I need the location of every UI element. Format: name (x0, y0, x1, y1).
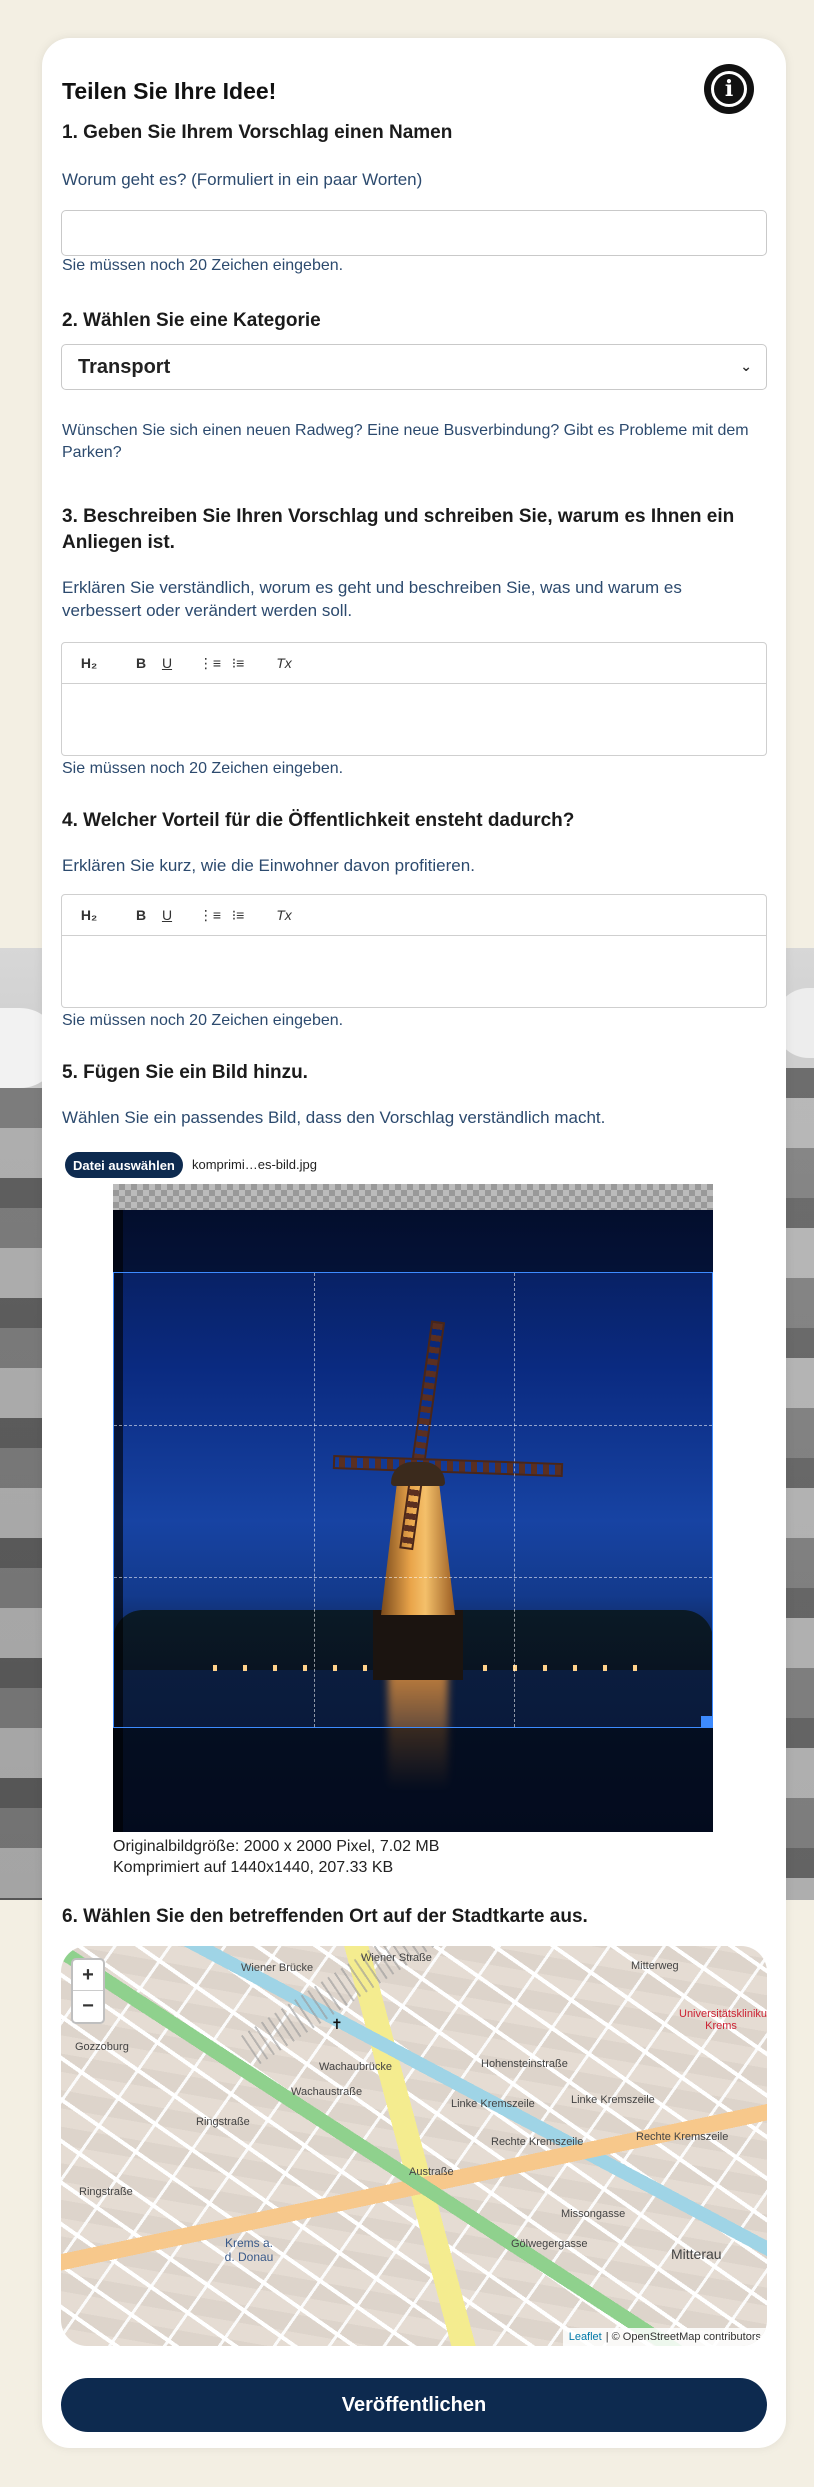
clear-format-button[interactable]: Tx (270, 907, 298, 923)
map-label: Linke Kremszeile (571, 2094, 655, 2106)
section3-hint: Erklären Sie verständlich, worum es geht… (62, 578, 682, 620)
proposal-name-input[interactable] (61, 210, 767, 256)
bullet-list-button[interactable]: ⁝≡ (224, 655, 252, 672)
section4-heading: 4. Welcher Vorteil für die Öffentlichkei… (62, 810, 575, 831)
map-label: Gozzoburg (75, 2041, 129, 2053)
bold-button[interactable]: B (128, 655, 154, 671)
map-label: Wachaustraße (291, 2086, 363, 2098)
file-name: komprimi…es-bild.jpg (192, 1157, 317, 1172)
bold-button[interactable]: B (128, 907, 154, 923)
clear-format-button[interactable]: Tx (270, 655, 298, 671)
description-editor[interactable] (61, 684, 767, 756)
transparency-checker (113, 1184, 713, 1210)
section5-heading: 5. Fügen Sie ein Bild hinzu. (62, 1062, 308, 1083)
zoom-out-button[interactable]: − (73, 1991, 103, 2022)
idea-form-card: i Teilen Sie Ihre Idee! 1. Geben Sie Ihr… (42, 38, 786, 2448)
ordered-list-button[interactable]: ⋮≡ (196, 907, 224, 924)
leaflet-link[interactable]: Leaflet (569, 2331, 602, 2343)
chevron-down-icon: ⌄ (740, 358, 752, 374)
benefit-editor-toolbar: H₂ B U ⋮≡ ⁝≡ Tx (61, 894, 767, 936)
map-label: Rechte Kremszeile (636, 2131, 729, 2143)
section1-counter: Sie müssen noch 20 Zeichen eingeben. (62, 257, 344, 274)
map-label: Gölwegergasse (511, 2238, 588, 2250)
underline-button[interactable]: U (154, 655, 180, 671)
category-select[interactable]: Transport ⌄ (61, 344, 767, 390)
benefit-editor[interactable] (61, 936, 767, 1008)
map-label: Hohensteinstraße (481, 2058, 568, 2070)
section6-heading: 6. Wählen Sie den betreffenden Ort auf d… (62, 1906, 588, 1927)
image-cropper[interactable] (113, 1184, 713, 1832)
map-cross-icon: ✝ (331, 2016, 343, 2032)
heading2-button[interactable]: H₂ (74, 655, 104, 671)
section1-heading: 1. Geben Sie Ihrem Vorschlag einen Namen (62, 122, 453, 143)
bullet-list-button[interactable]: ⁝≡ (224, 907, 252, 924)
compressed-size-text: Komprimiert auf 1440x1440, 207.33 KB (113, 1859, 394, 1876)
map-label: Ringstraße (196, 2116, 250, 2128)
zoom-in-button[interactable]: + (73, 1960, 103, 1991)
publish-button[interactable]: Veröffentlichen (61, 2378, 767, 2432)
description-editor-toolbar: H₂ B U ⋮≡ ⁝≡ Tx (61, 642, 767, 684)
map-label: Wachaubrücke (319, 2061, 392, 2073)
map-zoom-control: + − (71, 1958, 105, 2024)
section5-hint: Wählen Sie ein passendes Bild, dass den … (62, 1108, 606, 1127)
heading2-button[interactable]: H₂ (74, 907, 104, 923)
section4-counter: Sie müssen noch 20 Zeichen eingeben. (62, 1012, 344, 1029)
city-map[interactable]: + − ✝ Wiener Brücke Wiener Straße Mitter… (61, 1946, 767, 2346)
crop-selection[interactable] (113, 1272, 713, 1728)
map-label: Linke Kremszeile (451, 2098, 535, 2110)
choose-file-button[interactable]: Datei auswählen (65, 1152, 183, 1178)
section2-hint: Wünschen Sie sich einen neuen Radweg? Ei… (62, 422, 749, 461)
map-hospital-label: Universitätsklinikum Krems (679, 2008, 767, 2032)
underline-button[interactable]: U (154, 907, 180, 923)
map-label: Wiener Straße (361, 1952, 432, 1964)
form-title: Teilen Sie Ihre Idee! (62, 78, 277, 104)
map-city-label: Krems a. d. Donau (224, 2236, 274, 2264)
map-label: Mitterau (671, 2246, 722, 2262)
section2-heading: 2. Wählen Sie eine Kategorie (62, 310, 321, 331)
map-label: Austraße (409, 2166, 454, 2178)
info-button[interactable]: i (704, 64, 754, 114)
section3-heading: 3. Beschreiben Sie Ihren Vorschlag und s… (62, 506, 735, 553)
crop-resize-handle[interactable] (701, 1716, 713, 1728)
image-info: Originalbildgröße: 2000 x 2000 Pixel, 7.… (113, 1836, 439, 1878)
map-label: Wiener Brücke (241, 1962, 314, 1974)
map-label: Ringstraße (79, 2186, 133, 2198)
map-label: Rechte Kremszeile (491, 2136, 584, 2148)
ordered-list-button[interactable]: ⋮≡ (196, 655, 224, 672)
section1-hint: Worum geht es? (Formuliert in ein paar W… (62, 170, 423, 189)
map-label: Mitterweg (631, 1960, 679, 1972)
category-selected-value: Transport (78, 355, 171, 378)
section3-counter: Sie müssen noch 20 Zeichen eingeben. (62, 760, 344, 777)
osm-attribution[interactable]: | © OpenStreetMap contributors (606, 2331, 761, 2343)
map-attribution: Leaflet | © OpenStreetMap contributors (562, 2328, 767, 2346)
section4-hint: Erklären Sie kurz, wie die Einwohner dav… (62, 856, 475, 875)
info-icon: i (711, 71, 747, 107)
original-size-text: Originalbildgröße: 2000 x 2000 Pixel, 7.… (113, 1838, 440, 1855)
map-label: Missongasse (561, 2208, 626, 2220)
